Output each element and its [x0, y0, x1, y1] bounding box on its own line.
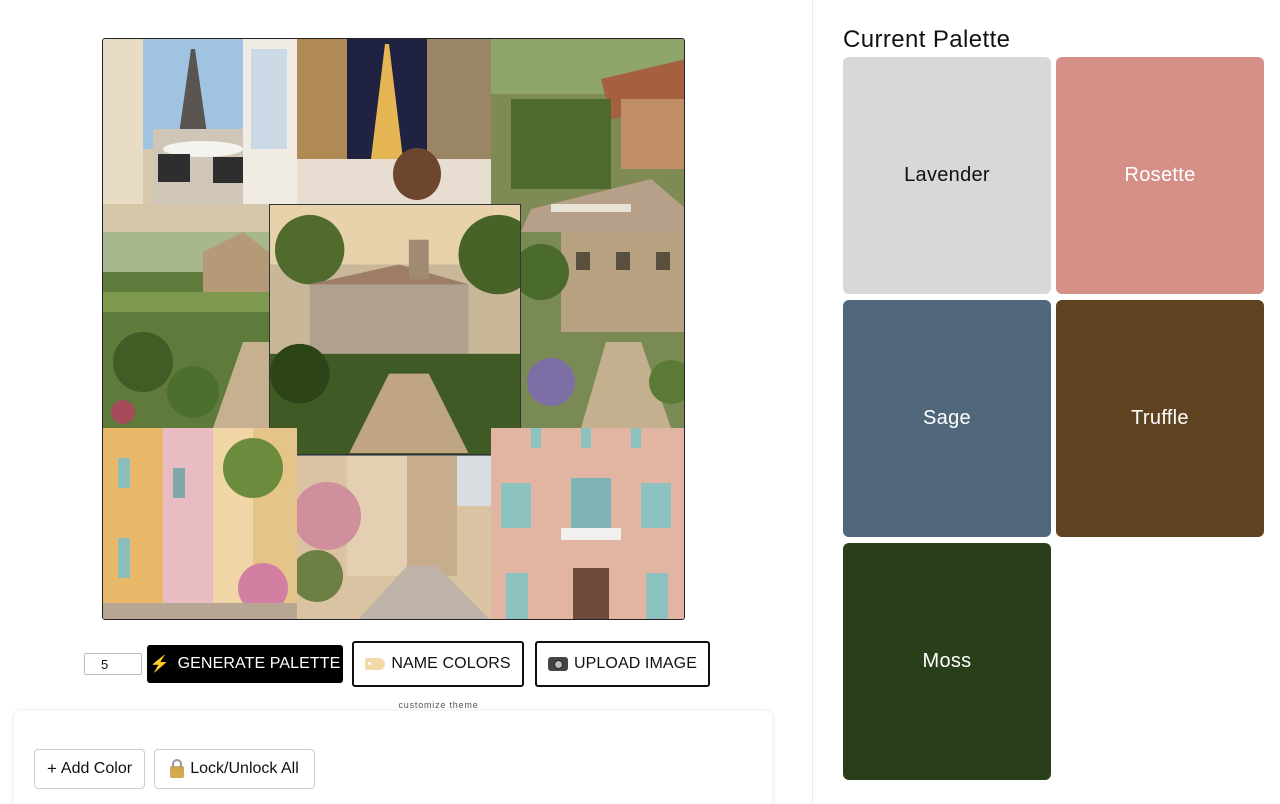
collage-tile-pink-facade — [491, 428, 684, 619]
swatch-rosette[interactable]: Rosette — [1056, 57, 1264, 294]
name-colors-button[interactable]: NAME COLORS — [352, 641, 524, 687]
color-count-input[interactable] — [84, 653, 142, 675]
collage-tile-garden-cottage — [103, 232, 269, 428]
collage-tile-pastel-street — [103, 428, 297, 619]
upload-image-label: UPLOAD IMAGE — [573, 655, 697, 672]
swatch-lavender[interactable]: Lavender — [843, 57, 1051, 294]
palette-panel: Current Palette Lavender Rosette Sage Tr… — [813, 0, 1280, 804]
add-color-button[interactable]: + Add Color — [34, 749, 145, 789]
lock-unlock-all-label: Lock/Unlock All — [190, 760, 299, 777]
swatch-truffle[interactable]: Truffle — [1056, 300, 1264, 537]
camera-icon — [547, 657, 568, 671]
palette-title: Current Palette — [843, 26, 1011, 53]
collage-tile-village-lane — [297, 456, 491, 619]
swatch-name: Rosette — [1124, 164, 1196, 186]
swatch-moss[interactable]: Moss — [843, 543, 1051, 780]
label-tag-icon — [365, 658, 386, 670]
swatch-name: Lavender — [904, 164, 990, 186]
collage-tile-eiffel-balcony — [103, 39, 297, 232]
workspace: ⚡ GENERATE PALETTE NAME COLORS UPLOAD IM… — [0, 0, 812, 804]
lock-unlock-all-button[interactable]: Lock/Unlock All — [154, 749, 315, 789]
customize-theme-link[interactable]: customize theme — [0, 700, 877, 710]
swatch-sage[interactable]: Sage — [843, 300, 1051, 537]
lightning-icon: ⚡ — [149, 656, 170, 673]
plus-icon: + — [46, 759, 57, 778]
upload-image-button[interactable]: UPLOAD IMAGE — [535, 641, 710, 687]
add-color-label: Add Color — [60, 760, 133, 777]
collage-tile-chateau — [269, 204, 521, 455]
palette-toolbar-panel: + Add Color Lock/Unlock All — [14, 711, 772, 804]
generator-controls: ⚡ GENERATE PALETTE NAME COLORS UPLOAD IM… — [0, 641, 812, 687]
name-colors-label: NAME COLORS — [391, 655, 511, 672]
generate-palette-button[interactable]: ⚡ GENERATE PALETTE — [147, 645, 343, 683]
swatch-name: Moss — [922, 650, 972, 672]
swatch-name: Sage — [923, 407, 971, 429]
uploaded-moodboard-image — [102, 38, 685, 620]
collage-tile-eiffel-night — [297, 39, 491, 204]
swatch-name: Truffle — [1131, 407, 1189, 429]
lock-icon — [170, 759, 185, 778]
generate-palette-label: GENERATE PALETTE — [177, 655, 341, 672]
collage-tile-stone-courtyard — [521, 232, 684, 428]
